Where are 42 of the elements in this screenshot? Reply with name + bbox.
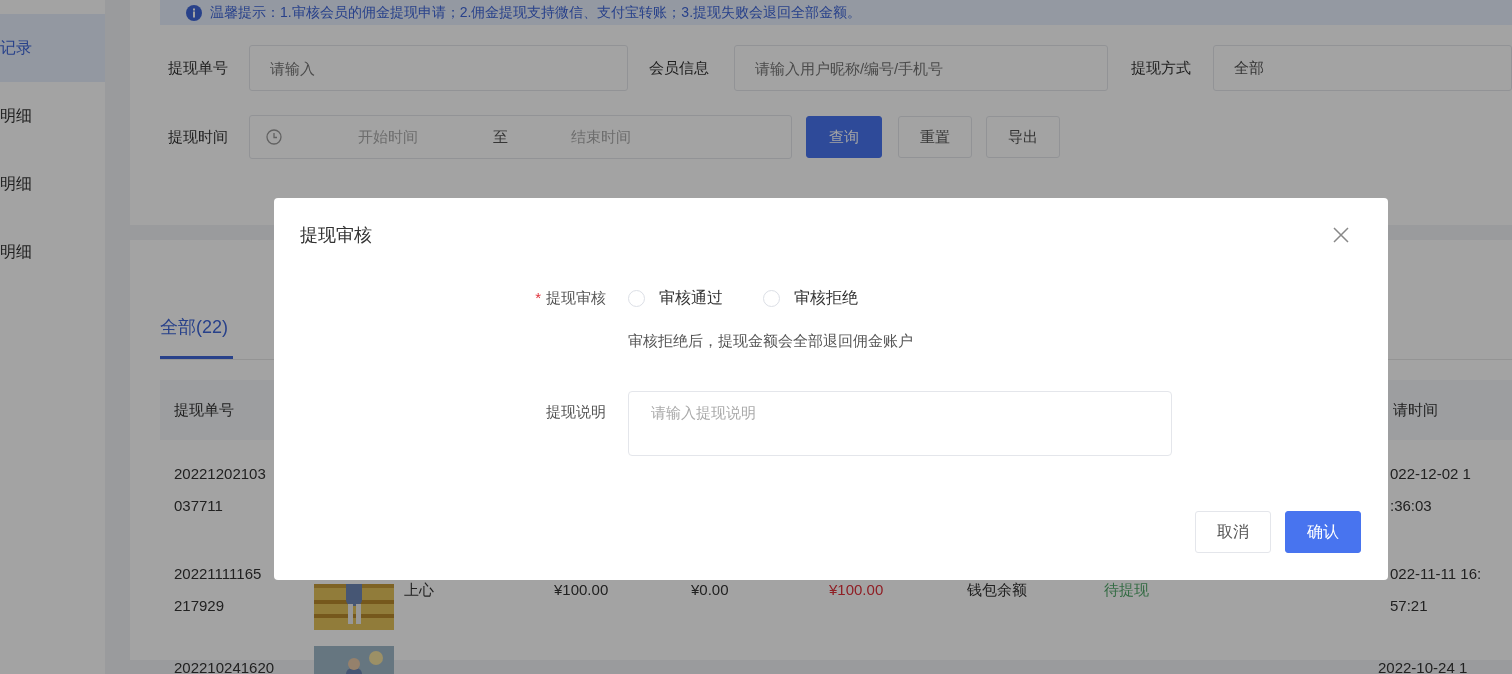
field-label-text: 提现审核 — [546, 288, 606, 306]
amount: ¥100.00 — [554, 579, 609, 600]
sidebar-item[interactable]: 明细 — [0, 82, 105, 150]
clock-icon — [266, 129, 282, 145]
confirm-button[interactable]: 确认 — [1285, 511, 1361, 553]
field-label: 提现说明 — [545, 402, 606, 422]
required-mark: * — [535, 288, 541, 306]
sidebar-item[interactable]: 明细 — [0, 218, 105, 286]
radio-option[interactable]: 审核通过 — [628, 286, 723, 310]
action-button[interactable]: 导出 — [986, 116, 1060, 158]
select-field[interactable]: 全部 — [1212, 45, 1512, 91]
field-label: 提现单号 — [167, 57, 229, 78]
query-button[interactable]: 查询 — [806, 116, 882, 158]
info-icon — [186, 4, 202, 21]
apply-time: 2022-10-24 1 — [1378, 658, 1468, 674]
field-label: 提现方式 — [1129, 57, 1192, 78]
sidebar-item[interactable]: 明细 — [0, 150, 105, 218]
input-field[interactable]: 请输入用户昵称/编号/手机号 — [733, 45, 1108, 91]
field-label: 提现时间 — [167, 126, 229, 147]
radio-option[interactable]: 审核拒绝 — [763, 286, 858, 310]
hint-text: 审核拒绝后，提现金额会全部退回佣金账户 — [628, 331, 914, 351]
notice-text: 温馨提示：1.审核会员的佣金提现申请；2.佣金提现支持微信、支付宝转账；3.提现失败会退回全部金额。 — [210, 3, 862, 22]
status-text: 待提现 — [1104, 579, 1149, 600]
withdraw-method: 钱包余额 — [967, 579, 1027, 600]
member-name: 上心 — [404, 579, 434, 600]
order-number: 20221111165 217929 — [174, 564, 262, 616]
range-separator: 至 — [493, 126, 508, 147]
text-area[interactable]: 请输入提现说明 — [628, 391, 1172, 456]
order-number: 20221202103 037711 — [174, 464, 266, 516]
apply-time: 022-12-02 1 :36:03 — [1390, 464, 1471, 516]
field-label: 会员信息 — [647, 57, 710, 78]
close-icon[interactable] — [1332, 226, 1350, 244]
cancel-button[interactable]: 取消 — [1195, 511, 1271, 553]
actual-amount: ¥100.00 — [829, 579, 884, 600]
tab[interactable]: 全部(22) — [160, 299, 233, 359]
apply-time: 022-11-11 16: 57:21 — [1390, 564, 1482, 616]
order-number: 202210241620 — [174, 658, 275, 674]
fee-amount: ¥0.00 — [691, 579, 729, 600]
action-button[interactable]: 重置 — [898, 116, 972, 158]
input-field[interactable]: 请输入 — [249, 45, 628, 91]
dialog-title: 提现审核 — [300, 224, 372, 246]
sidebar-item[interactable]: 记录 — [0, 14, 105, 82]
